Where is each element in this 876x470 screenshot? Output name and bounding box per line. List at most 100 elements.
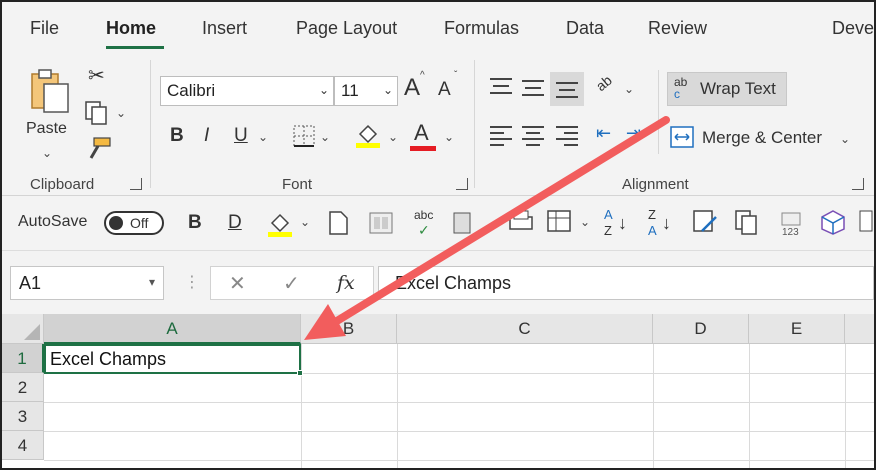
column-header-a[interactable]: A <box>44 314 301 344</box>
orientation-icon[interactable]: ab <box>593 72 615 94</box>
orientation-dropdown-icon[interactable]: ⌄ <box>624 82 634 96</box>
font-size-select[interactable]: 11 ⌄ <box>334 76 398 106</box>
save-edit-icon[interactable] <box>692 209 718 235</box>
align-left-button[interactable] <box>490 126 516 148</box>
paste-dropdown-icon[interactable]: ⌄ <box>42 146 52 160</box>
fill-color-icon[interactable] <box>354 120 382 148</box>
alignment-launcher-icon[interactable] <box>852 178 864 190</box>
drag-handle-icon[interactable]: ⋮ <box>184 272 200 292</box>
bold-button[interactable]: B <box>188 213 202 232</box>
row-header-2[interactable]: 2 <box>2 373 44 402</box>
quick-access-toolbar: AutoSave Off B D ⌄ abc ✓ ⌄ A Z ↓ Z A ↓ 1… <box>2 197 874 251</box>
ribbon: Paste ⌄ ✂ ⌄ Clipboard Calibri ⌄ 11 ⌄ A A… <box>2 54 874 196</box>
insert-function-icon[interactable]: fx <box>337 272 355 294</box>
column-header-b[interactable]: B <box>301 314 397 344</box>
clipboard-launcher-icon[interactable] <box>130 178 142 190</box>
copy-icon[interactable] <box>84 100 110 126</box>
formula-input[interactable]: Excel Champs <box>378 266 874 300</box>
autosave-toggle[interactable]: Off <box>104 211 164 235</box>
middle-align-button[interactable] <box>522 78 548 100</box>
gridline <box>44 460 874 461</box>
formula-buttons: ✕ ✓ fx <box>210 266 374 300</box>
borders-icon[interactable] <box>292 124 316 148</box>
increase-font-icon[interactable]: A <box>404 76 420 100</box>
top-align-button[interactable] <box>490 78 516 100</box>
spreadsheet-grid: A B C D E 1 2 3 4 Excel Champs <box>2 314 874 468</box>
name-box[interactable]: A1 ▾ <box>10 266 164 300</box>
column-header-e[interactable]: E <box>749 314 845 344</box>
decrease-indent-icon[interactable]: ⇤ <box>596 124 611 142</box>
wrap-text-icon-line: c <box>674 87 680 101</box>
font-color-dropdown-icon[interactable]: ⌄ <box>444 130 454 144</box>
column-header-d[interactable]: D <box>653 314 749 344</box>
italic-button[interactable]: I <box>204 126 209 145</box>
save-as-icon[interactable] <box>452 211 474 235</box>
fill-dropdown-icon[interactable]: ⌄ <box>388 130 398 144</box>
enter-icon[interactable]: ✓ <box>283 271 300 296</box>
sort-a-z-top: A <box>604 207 613 222</box>
number-format-icon[interactable]: 123 <box>778 209 806 239</box>
divider <box>658 70 659 154</box>
new-file-icon[interactable] <box>328 211 350 235</box>
fill-handle[interactable] <box>297 370 303 376</box>
column-header-c[interactable]: C <box>397 314 653 344</box>
font-group-label: Font <box>282 176 313 193</box>
underline-button[interactable]: U <box>234 126 248 145</box>
align-right-button[interactable] <box>556 126 582 148</box>
column-header-f[interactable] <box>845 314 874 344</box>
format-dropdown-icon[interactable]: ⌄ <box>580 215 590 229</box>
print-preview-icon[interactable] <box>368 211 394 235</box>
tab-formulas[interactable]: Formulas <box>444 18 519 39</box>
cut-icon[interactable]: ✂ <box>88 66 105 86</box>
cancel-icon[interactable]: ✕ <box>229 271 246 296</box>
row-header-4[interactable]: 4 <box>2 431 44 460</box>
tab-file[interactable]: File <box>30 18 59 39</box>
cell-a1[interactable]: Excel Champs <box>44 344 301 374</box>
copy-sheet-icon[interactable] <box>734 209 760 235</box>
paste-button[interactable]: Paste ⌄ <box>22 64 78 164</box>
select-all-button[interactable] <box>2 314 44 344</box>
tab-review[interactable]: Review <box>648 18 707 39</box>
formula-value: Excel Champs <box>395 273 512 293</box>
font-color-icon[interactable]: A <box>414 122 429 144</box>
font-launcher-icon[interactable] <box>456 178 468 190</box>
format-cells-icon[interactable] <box>546 209 572 235</box>
more-commands-icon[interactable] <box>858 209 874 235</box>
tab-data[interactable]: Data <box>566 18 604 39</box>
font-name-value: Calibri <box>167 81 216 100</box>
active-tab-indicator <box>106 46 164 49</box>
borders-dropdown-icon[interactable]: ⌄ <box>320 130 330 144</box>
align-center-button[interactable] <box>522 126 548 148</box>
tab-insert[interactable]: Insert <box>202 18 247 39</box>
copy-dropdown-icon[interactable]: ⌄ <box>116 106 126 120</box>
merge-dropdown-icon[interactable]: ⌄ <box>840 132 850 146</box>
tab-page-layout[interactable]: Page Layout <box>296 18 397 39</box>
double-underline-button[interactable]: D <box>228 213 242 232</box>
fill-dropdown-icon[interactable]: ⌄ <box>300 215 310 229</box>
increase-indent-icon[interactable]: ⇥ <box>626 124 641 142</box>
row-header-3[interactable]: 3 <box>2 402 44 431</box>
bottom-align-button[interactable] <box>550 72 584 106</box>
tab-home[interactable]: Home <box>106 18 156 39</box>
down-arrow-icon: ↓ <box>662 213 671 233</box>
tab-developer[interactable]: Deve <box>832 18 874 39</box>
wrap-text-button[interactable]: ab c Wrap Text <box>667 72 787 106</box>
cube-icon[interactable] <box>820 209 846 235</box>
spelling-icon[interactable]: abc <box>414 209 433 221</box>
bold-button[interactable]: B <box>170 126 184 145</box>
sort-a-z-button[interactable]: A Z ↓ <box>604 207 634 241</box>
sort-z-a-button[interactable]: Z A ↓ <box>648 207 678 241</box>
chevron-down-icon: ▾ <box>148 275 155 289</box>
font-name-select[interactable]: Calibri ⌄ <box>160 76 334 106</box>
cell-a1-value: Excel Champs <box>50 349 167 369</box>
paste-label: Paste <box>26 120 67 137</box>
format-painter-icon[interactable] <box>86 136 112 162</box>
row-header-1[interactable]: 1 <box>2 344 44 373</box>
fill-color-icon[interactable] <box>266 209 294 237</box>
decrease-font-icon[interactable]: A <box>438 80 451 99</box>
gridline <box>44 402 874 403</box>
print-area-icon[interactable] <box>508 209 534 235</box>
underline-dropdown-icon[interactable]: ⌄ <box>258 130 268 144</box>
merge-center-button[interactable]: Merge & Center ⌄ <box>670 124 860 154</box>
ribbon-tabs: File Home Insert Page Layout Formulas Da… <box>2 2 874 54</box>
